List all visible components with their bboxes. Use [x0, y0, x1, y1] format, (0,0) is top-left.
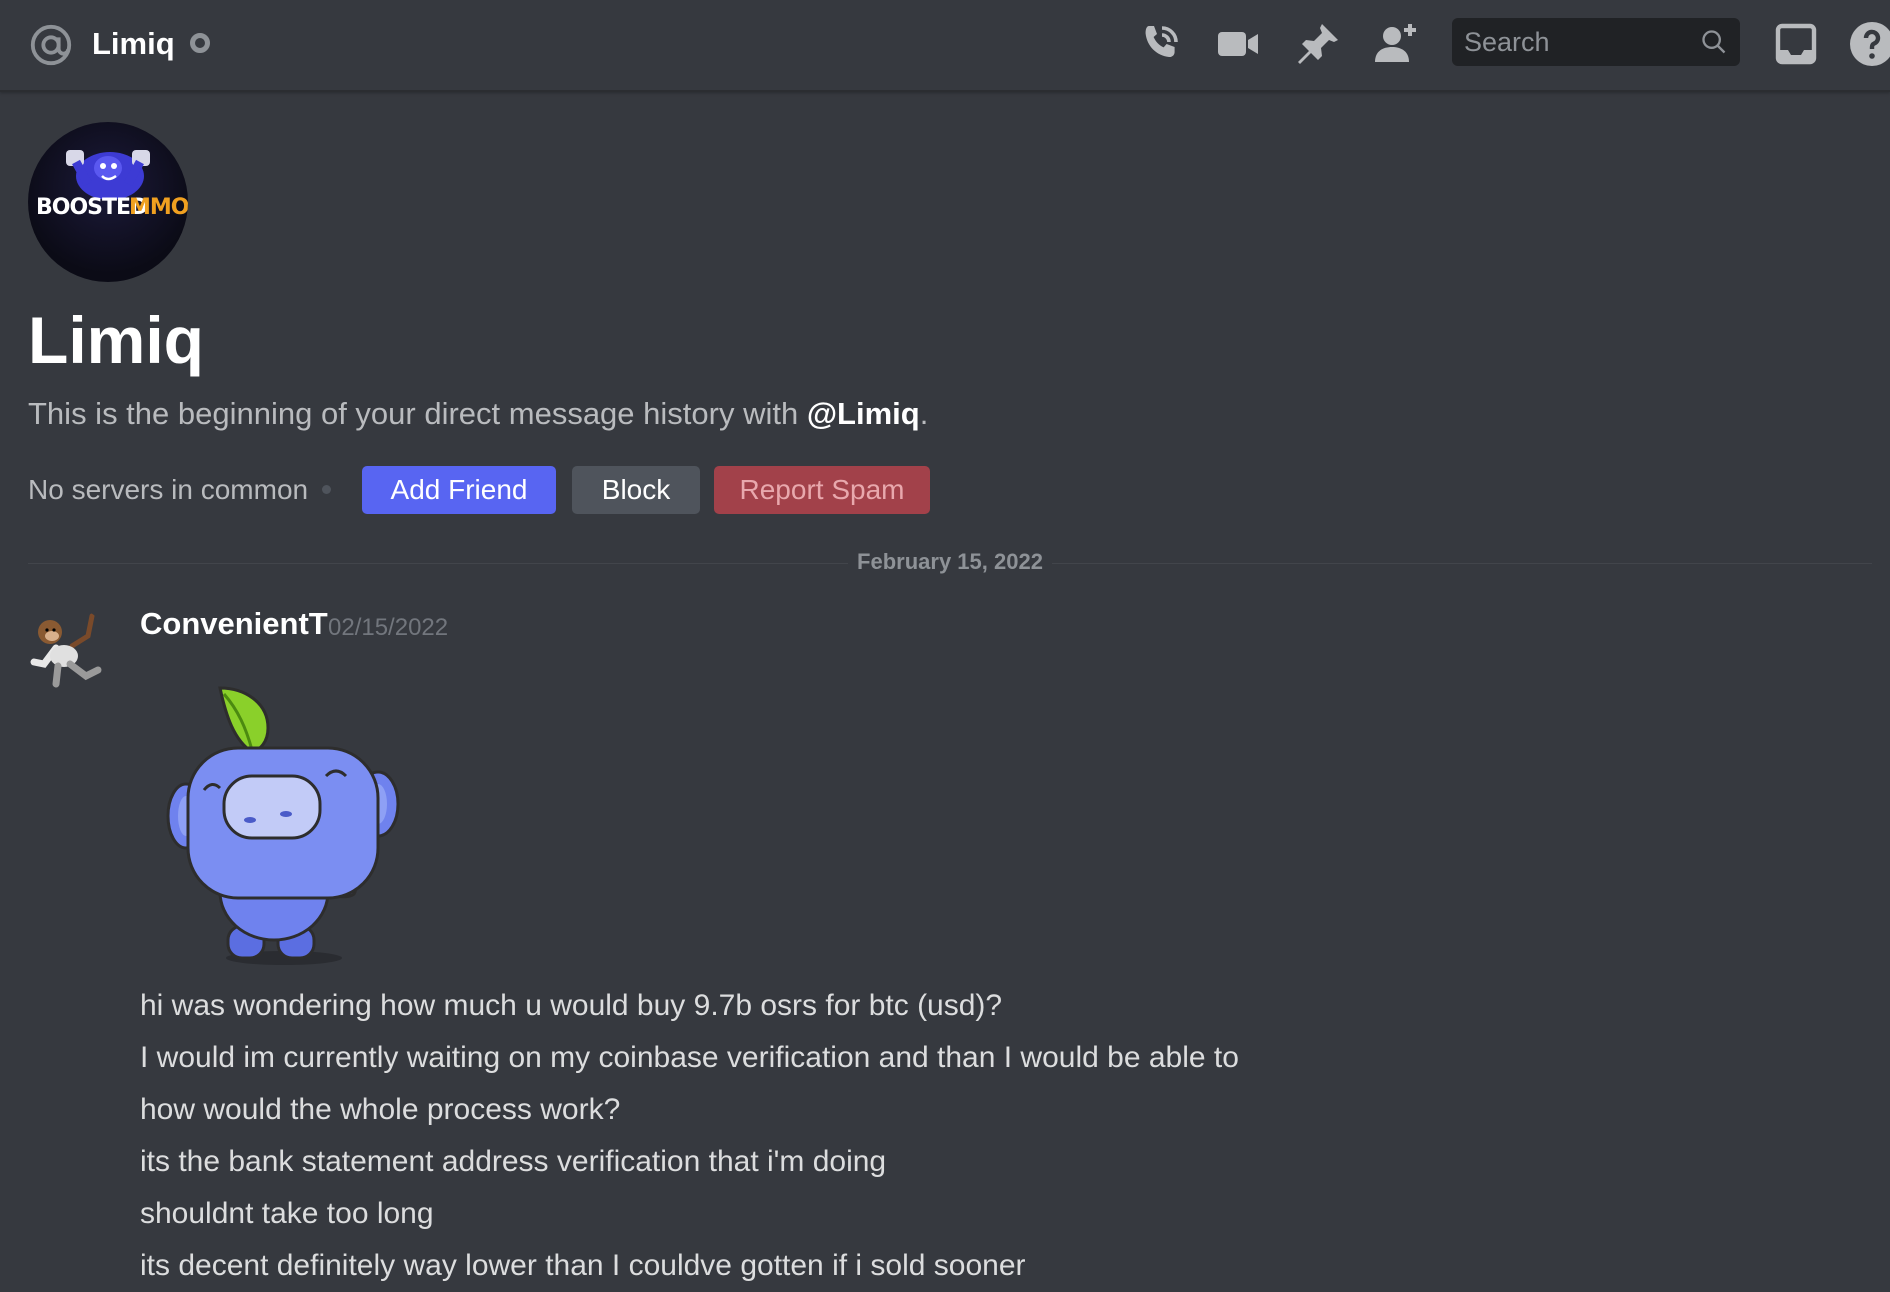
search-icon — [1702, 30, 1726, 54]
message-line: hi was wondering how much u would buy 9.… — [140, 989, 1003, 1022]
search-input[interactable] — [1452, 18, 1694, 66]
at-icon — [30, 24, 72, 66]
message-line: its the bank statement address verificat… — [140, 1145, 887, 1178]
block-button[interactable]: Block — [572, 466, 700, 514]
message-line: how would the whole process work? — [140, 1093, 621, 1126]
dm-title: Limiq — [92, 26, 175, 61]
pin-icon[interactable] — [1294, 20, 1342, 68]
add-member-icon[interactable] — [1372, 20, 1420, 68]
video-icon[interactable] — [1214, 20, 1262, 68]
top-bar: Limiq — [0, 0, 1890, 92]
date-divider: February 15, 2022 — [857, 549, 1043, 574]
message-timestamp: 02/15/2022 — [328, 614, 449, 641]
report-spam-button[interactable]: Report Spam — [714, 466, 930, 514]
message-line: I would im currently waiting on my coinb… — [140, 1041, 1239, 1074]
help-icon[interactable] — [1848, 20, 1890, 68]
call-icon[interactable] — [1136, 20, 1184, 68]
date-divider-line-right — [1052, 563, 1872, 564]
no-servers-in-common: No servers in common — [28, 474, 309, 505]
offline-status-icon — [190, 33, 210, 53]
message-content: hi was wondering how much u would buy 9.… — [140, 980, 1640, 1292]
message-author-avatar[interactable] — [26, 606, 110, 690]
boostedmmo-logo: BOOSTED MMO — [36, 150, 188, 220]
message-line: shouldnt take too long — [140, 1197, 434, 1230]
add-friend-button[interactable]: Add Friend — [362, 466, 556, 514]
profile-avatar: BOOSTED MMO — [28, 122, 188, 282]
message-line: its decent definitely way lower than I c… — [140, 1249, 1026, 1282]
svg-text:MMO: MMO — [129, 195, 188, 220]
message-author[interactable]: ConvenientT — [140, 604, 328, 644]
separator-dot — [322, 485, 331, 494]
wumpus-sticker — [166, 686, 400, 965]
dm-intro-text: This is the beginning of your direct mes… — [28, 396, 929, 431]
inbox-icon[interactable] — [1772, 20, 1820, 68]
search-box[interactable] — [1452, 18, 1740, 66]
profile-name: Limiq — [28, 303, 204, 377]
date-divider-line-left — [28, 563, 848, 564]
